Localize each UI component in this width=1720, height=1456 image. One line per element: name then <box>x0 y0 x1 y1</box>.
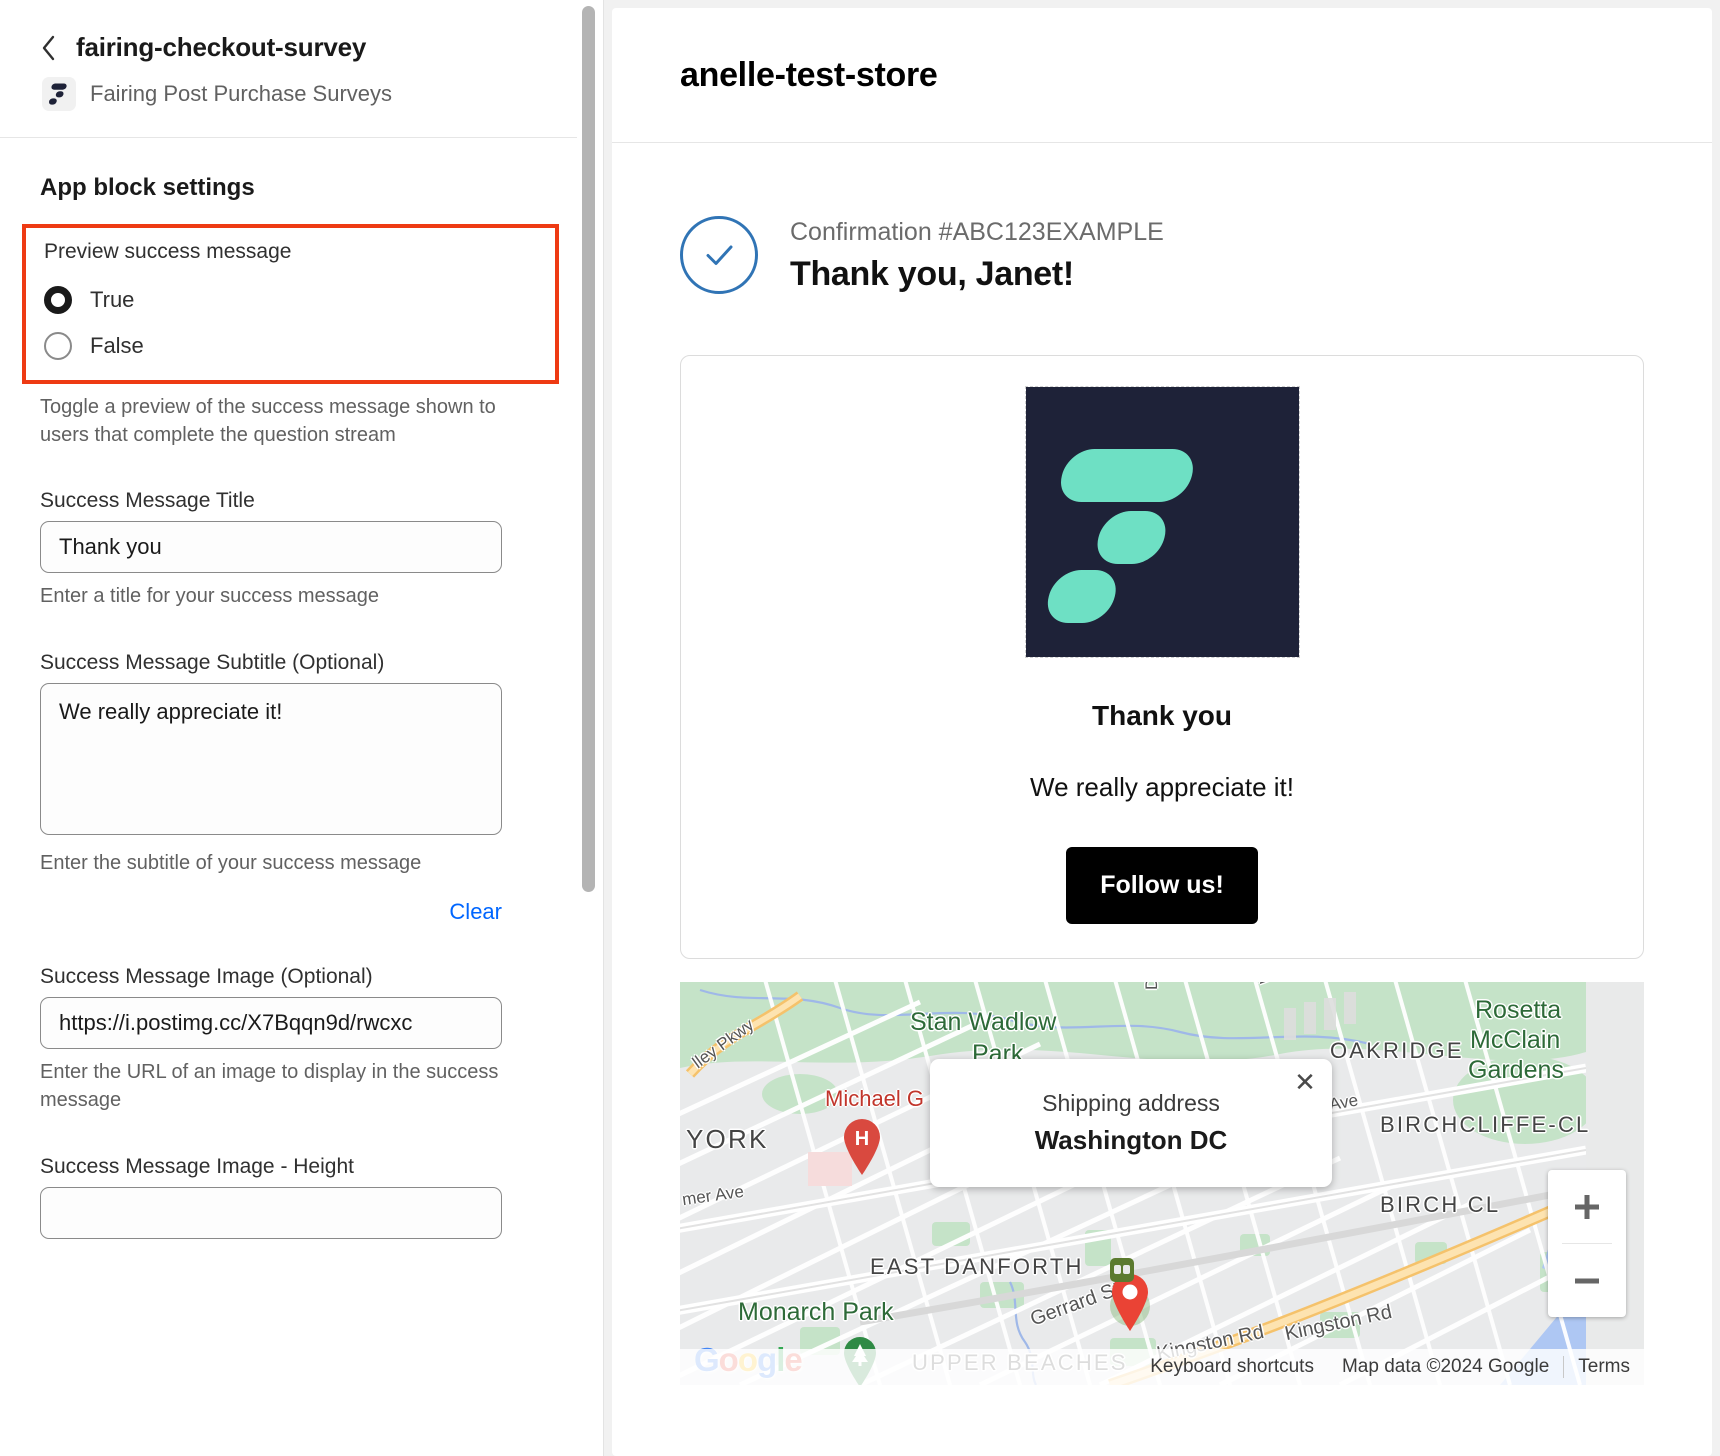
map-marker-transit[interactable] <box>1110 1258 1134 1287</box>
preview-success-message-highlight: Preview success message True False <box>22 224 559 384</box>
success-message-subtitle-label: Success Message Subtitle (Optional) <box>40 650 385 674</box>
sidebar-scrollbar-track[interactable] <box>582 0 595 1456</box>
store-name: anelle-test-store <box>680 55 938 94</box>
preview-success-message-radio-group[interactable]: True False <box>44 286 537 360</box>
info-window-value: Washington DC <box>1034 1125 1228 1155</box>
app-name: Fairing Post Purchase Surveys <box>90 81 393 106</box>
svg-text:H: H <box>855 1128 869 1150</box>
settings-sidebar: fairing-checkout-survey Fairing Post Pur… <box>0 0 604 1456</box>
checkout-preview-card: anelle-test-store Confirmation #ABC123EX… <box>612 8 1712 1456</box>
sidebar-scroll-region: fairing-checkout-survey Fairing Post Pur… <box>0 0 577 1456</box>
map-marker-hospital[interactable]: H <box>840 1118 884 1181</box>
confirmation-row: Confirmation #ABC123EXAMPLE Thank you, J… <box>612 143 1712 294</box>
preview-pane: anelle-test-store Confirmation #ABC123EX… <box>604 0 1720 1456</box>
success-subtitle: We really appreciate it! <box>1030 772 1294 802</box>
shipping-address-info-window[interactable]: ✕ Shipping address Washington DC <box>930 1059 1332 1187</box>
success-message-image-help: Enter the URL of an image to display in … <box>40 1061 499 1111</box>
success-message-image-input[interactable] <box>40 997 502 1050</box>
success-message-subtitle-help: Enter the subtitle of your success messa… <box>40 851 422 874</box>
keyboard-shortcuts-link[interactable]: Keyboard shortcuts <box>1136 1356 1328 1378</box>
fairing-logo-icon <box>42 77 76 111</box>
success-message-image-label: Success Message Image (Optional) <box>40 965 373 989</box>
clear-subtitle-link[interactable]: Clear <box>449 899 502 925</box>
store-header: anelle-test-store <box>612 8 1712 143</box>
follow-us-button[interactable]: Follow us! <box>1066 847 1258 924</box>
success-message-image-height-label: Success Message Image - Height <box>40 1154 354 1178</box>
radio-false-indicator[interactable] <box>44 332 72 360</box>
radio-true-indicator[interactable] <box>44 286 72 314</box>
app-root: fairing-checkout-survey Fairing Post Pur… <box>0 0 1720 1456</box>
fairing-logo-image <box>1024 386 1300 658</box>
success-message-subtitle-field: Success Message Subtitle (Optional) Ente… <box>40 651 537 926</box>
info-window-label: Shipping address <box>1042 1090 1220 1116</box>
success-message-image-height-input[interactable] <box>40 1186 502 1239</box>
radio-option-true[interactable]: True <box>44 286 537 314</box>
sidebar-scrollbar-thumb[interactable] <box>582 6 595 892</box>
map-attribution-bar: Keyboard shortcuts Map data ©2024 Google… <box>680 1349 1644 1385</box>
radio-false-label: False <box>90 333 144 358</box>
success-message-preview: Thank you We really appreciate it! Follo… <box>680 355 1644 959</box>
success-title: Thank you <box>1091 700 1232 731</box>
success-message-title-input[interactable] <box>40 521 502 574</box>
sidebar-header: fairing-checkout-survey Fairing Post Pur… <box>0 0 577 138</box>
page-title: fairing-checkout-survey <box>76 32 367 62</box>
terms-link[interactable]: Terms <box>1563 1356 1644 1378</box>
success-message-subtitle-textarea[interactable] <box>40 682 502 835</box>
radio-true-label: True <box>90 287 135 312</box>
success-message-image-field: Success Message Image (Optional) Enter t… <box>40 965 537 1114</box>
success-message-title-help: Enter a title for your success message <box>40 585 380 608</box>
shipping-address-map[interactable]: lley Pkwy Stan Wadlow Park Dawe ve Roset… <box>680 982 1644 1385</box>
plus-icon[interactable] <box>1548 1170 1626 1243</box>
preview-success-message-label: Preview success message <box>44 240 292 263</box>
chevron-left-icon[interactable] <box>40 35 58 61</box>
sidebar-body: App block settings Preview success messa… <box>0 138 577 1359</box>
greeting-heading: Thank you, Janet! <box>790 255 1074 293</box>
confirmation-number: Confirmation #ABC123EXAMPLE <box>790 218 1164 246</box>
close-icon[interactable]: ✕ <box>1292 1069 1318 1095</box>
success-message-image-height-field: Success Message Image - Height <box>40 1155 537 1239</box>
check-circle-icon <box>680 216 758 294</box>
map-data-credit: Map data ©2024 Google <box>1341 1356 1550 1377</box>
minus-icon[interactable] <box>1548 1244 1626 1317</box>
success-message-title-label: Success Message Title <box>40 489 255 513</box>
section-heading: App block settings <box>40 174 255 201</box>
preview-success-message-help: Toggle a preview of the success message … <box>40 396 496 446</box>
radio-option-false[interactable]: False <box>44 332 537 360</box>
success-message-title-field: Success Message Title Enter a title for … <box>40 489 537 611</box>
map-zoom-controls[interactable] <box>1548 1170 1626 1317</box>
